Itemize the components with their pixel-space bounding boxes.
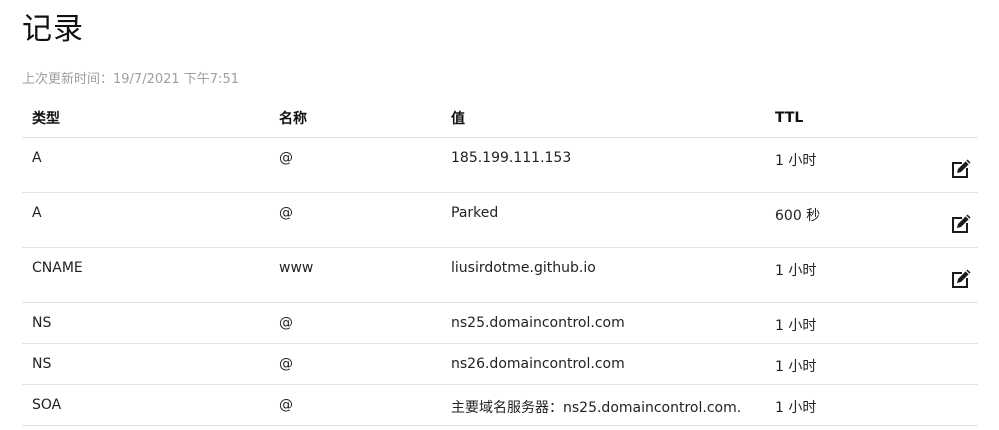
table-header-row: 类型 名称 值 TTL xyxy=(22,98,978,138)
table-row: A @ 185.199.111.153 1 小时 xyxy=(22,137,978,193)
record-value: ns25.domaincontrol.com xyxy=(451,315,625,331)
record-ttl: 1 小时 xyxy=(775,263,817,279)
edit-record-button[interactable] xyxy=(948,156,974,182)
record-value: 185.199.111.153 xyxy=(451,150,572,166)
table-row: NS @ ns25.domaincontrol.com 1 小时 xyxy=(22,302,978,344)
record-name: @ xyxy=(279,397,293,413)
column-header-value: 值 xyxy=(441,98,765,138)
table-row: SOA @ 主要域名服务器：ns25.domaincontrol.com. 1 … xyxy=(22,384,978,426)
record-ttl: 1 小时 xyxy=(775,400,817,416)
edit-icon xyxy=(952,269,971,288)
edit-record-button[interactable] xyxy=(948,211,974,237)
table-row: A @ Parked 600 秒 xyxy=(22,192,978,248)
record-type: A xyxy=(32,150,42,166)
record-ttl: 1 小时 xyxy=(775,359,817,375)
last-updated-timestamp: 上次更新时间：19/7/2021 下午7:51 xyxy=(22,72,239,87)
table-row: CNAME www liusirdotme.github.io 1 小时 xyxy=(22,247,978,303)
edit-record-button[interactable] xyxy=(948,266,974,292)
column-header-actions xyxy=(915,98,978,138)
column-header-type: 类型 xyxy=(22,98,269,138)
record-name: @ xyxy=(279,356,293,372)
record-ttl: 1 小时 xyxy=(775,153,817,169)
record-type: SOA xyxy=(32,397,62,413)
record-name: @ xyxy=(279,205,293,221)
edit-icon xyxy=(952,214,971,233)
record-type: NS xyxy=(32,356,52,372)
record-value: 主要域名服务器：ns25.domaincontrol.com. xyxy=(451,400,742,416)
record-value: liusirdotme.github.io xyxy=(451,260,596,276)
record-type: NS xyxy=(32,315,52,331)
column-header-ttl: TTL xyxy=(765,98,915,138)
record-value: ns26.domaincontrol.com xyxy=(451,356,625,372)
dns-records-table: 类型 名称 值 TTL A @ 185.199.111.153 1 小时 A @… xyxy=(22,98,978,426)
record-name: www xyxy=(279,260,314,276)
record-type: CNAME xyxy=(32,260,83,276)
record-ttl: 1 小时 xyxy=(775,318,817,334)
records-body: A @ 185.199.111.153 1 小时 A @ Parked 600 … xyxy=(22,137,978,426)
record-name: @ xyxy=(279,315,293,331)
page-title: 记录 xyxy=(22,12,84,47)
edit-icon xyxy=(952,159,971,178)
column-header-name: 名称 xyxy=(269,98,441,138)
record-value: Parked xyxy=(451,205,499,221)
record-type: A xyxy=(32,205,42,221)
record-ttl: 600 秒 xyxy=(775,208,821,224)
record-name: @ xyxy=(279,150,293,166)
table-row: NS @ ns26.domaincontrol.com 1 小时 xyxy=(22,343,978,385)
